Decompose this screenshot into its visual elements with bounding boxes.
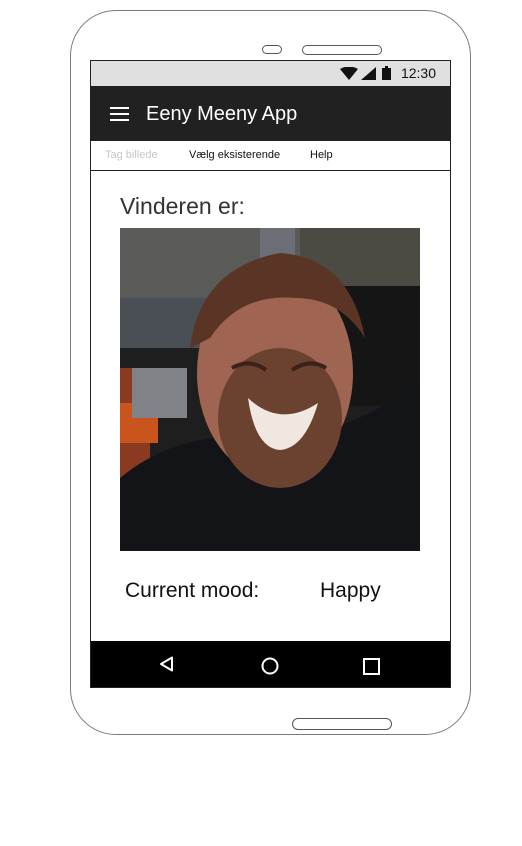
app-bar: Eeny Meeny App <box>91 86 450 141</box>
screen: 12:30 Eeny Meeny App Tag billede Vælg ek… <box>90 60 451 688</box>
front-camera <box>262 45 282 54</box>
tab-help[interactable]: Help <box>310 149 333 161</box>
tab-tag-billede[interactable]: Tag billede <box>105 149 158 161</box>
back-triangle-icon[interactable] <box>159 656 174 672</box>
mood-label: Current mood: <box>125 579 260 602</box>
signal-icon <box>361 67 376 80</box>
app-title: Eeny Meeny App <box>146 103 298 125</box>
tab-vaelg-eksisterende[interactable]: Vælg eksisterende <box>189 149 280 161</box>
winner-photo <box>120 228 420 551</box>
tab-bar: Tag billede Vælg eksisterende Help <box>91 141 450 171</box>
earpiece-speaker <box>302 45 382 55</box>
navigation-bar <box>91 641 450 687</box>
status-time: 12:30 <box>400 65 436 81</box>
battery-icon <box>382 66 391 80</box>
mood-value: Happy <box>320 579 381 602</box>
phone-home-slot <box>292 718 392 730</box>
status-bar: 12:30 <box>91 61 450 86</box>
hamburger-menu-icon[interactable] <box>110 107 129 121</box>
home-circle-icon[interactable] <box>261 657 279 675</box>
winner-heading: Vinderen er: <box>120 193 245 219</box>
wifi-icon <box>340 67 358 80</box>
recent-square-icon[interactable] <box>363 658 380 675</box>
winner-photo-illustration <box>120 228 420 551</box>
